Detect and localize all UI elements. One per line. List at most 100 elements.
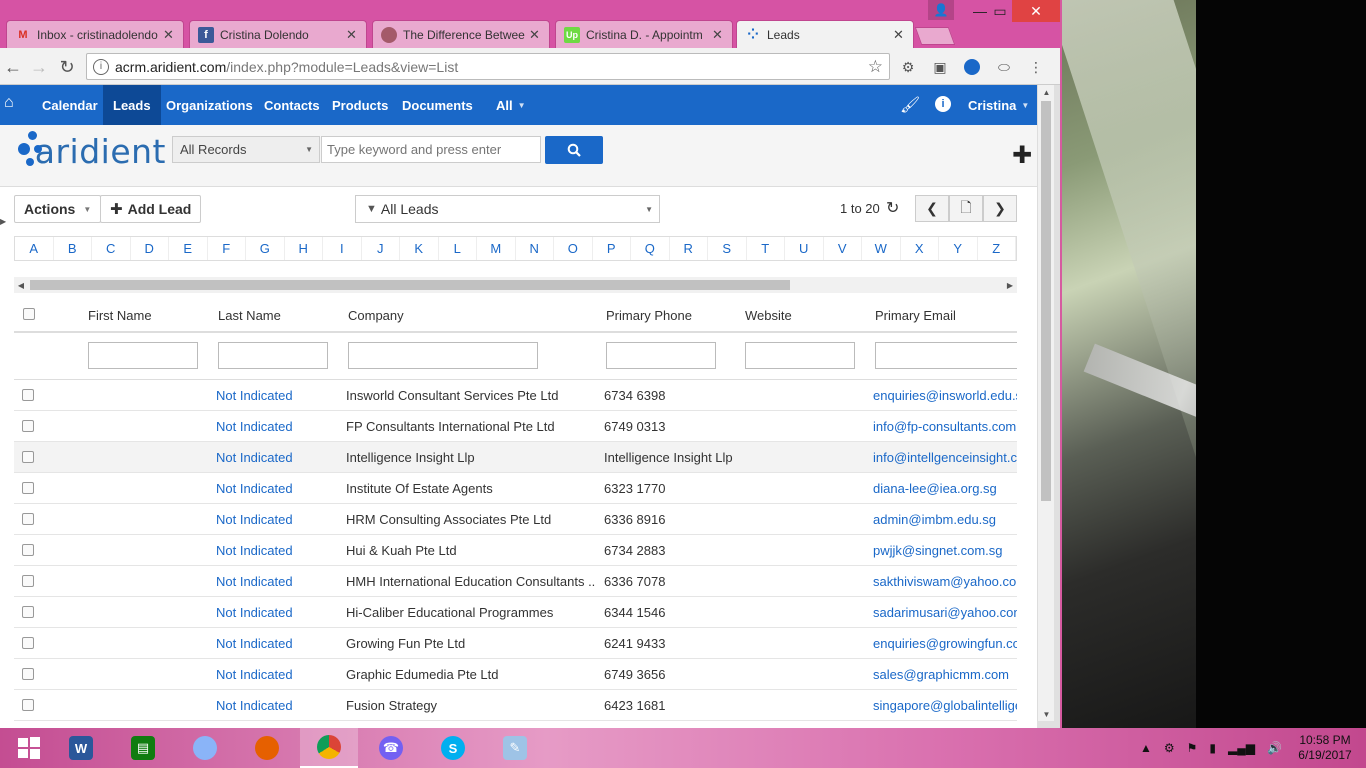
alphabet-letter[interactable]: G — [246, 237, 285, 260]
taskbar-browser[interactable] — [176, 728, 234, 768]
alphabet-letter[interactable]: P — [593, 237, 631, 260]
row-checkbox[interactable] — [22, 389, 34, 401]
cell-email[interactable]: singapore@globalintellige — [873, 698, 1017, 713]
alphabet-letter[interactable]: M — [477, 237, 516, 260]
new-tab-button[interactable] — [914, 27, 956, 45]
cell-email[interactable]: diana-lee@iea.org.sg — [873, 481, 1017, 496]
nav-products[interactable]: Products — [322, 85, 398, 125]
cell-last[interactable]: Not Indicated — [216, 388, 336, 403]
record-scope-select[interactable]: All Records ▼ — [172, 136, 320, 163]
cell-last[interactable]: Not Indicated — [216, 419, 336, 434]
cell-last[interactable]: Not Indicated — [216, 543, 336, 558]
table-row[interactable]: Not Indicated HRM Consulting Associates P… — [14, 504, 1017, 535]
scroll-thumb[interactable] — [1041, 101, 1051, 501]
sidebar-toggle-icon[interactable]: ▶ — [0, 217, 6, 226]
alphabet-letter[interactable]: Q — [631, 237, 670, 260]
alphabet-letter[interactable]: A — [15, 237, 54, 260]
first-name-filter-input[interactable] — [88, 342, 198, 369]
next-page-button[interactable]: ❯ — [983, 195, 1017, 222]
table-row[interactable]: Not Indicated Intelligence Insight Llp Int… — [14, 442, 1017, 473]
alphabet-letter[interactable]: S — [708, 237, 747, 260]
extension-icon[interactable]: ⚙ — [898, 57, 918, 77]
info-icon[interactable]: i — [935, 96, 951, 112]
briefcase-icon[interactable]: ▣ — [930, 57, 950, 77]
alphabet-letter[interactable]: T — [747, 237, 785, 260]
user-menu[interactable]: Cristina ▼ — [968, 85, 1029, 125]
menu-icon[interactable]: ⋮ — [1026, 57, 1046, 77]
cell-email[interactable]: sakthiviswam@yahoo.com — [873, 574, 1017, 589]
alphabet-letter[interactable]: U — [785, 237, 824, 260]
reload-icon[interactable]: ↻ — [56, 56, 78, 78]
column-header[interactable]: Primary Email — [875, 308, 956, 323]
row-checkbox[interactable] — [22, 420, 34, 432]
alphabet-letter[interactable]: I — [323, 237, 362, 260]
row-checkbox[interactable] — [22, 482, 34, 494]
close-icon[interactable]: ✕ — [893, 27, 905, 43]
chevron-up-icon[interactable]: ▲ — [1140, 741, 1152, 755]
cell-email[interactable]: pwjjk@singnet.com.sg — [873, 543, 1017, 558]
scroll-up-icon[interactable]: ▲ — [1038, 85, 1055, 99]
alphabet-letter[interactable]: Z — [978, 237, 1016, 260]
nav-leads[interactable]: Leads — [103, 85, 161, 125]
info-icon[interactable]: i — [93, 58, 109, 75]
cell-email[interactable]: info@fp-consultants.com — [873, 419, 1017, 434]
scroll-right-icon[interactable]: ▶ — [1003, 277, 1017, 293]
add-lead-button[interactable]: ✚ Add Lead — [100, 195, 202, 223]
column-header[interactable]: Primary Phone — [606, 308, 692, 323]
list-filter-select[interactable]: ▼ All Leads ▼ — [355, 195, 660, 223]
clock[interactable]: 10:58 PM 6/19/2017 — [1290, 733, 1360, 763]
alphabet-letter[interactable]: B — [54, 237, 92, 260]
scroll-thumb[interactable] — [30, 280, 790, 290]
cell-email[interactable]: info@intellgenceinsight.co — [873, 450, 1017, 465]
cell-last[interactable]: Not Indicated — [216, 636, 336, 651]
start-button[interactable] — [0, 728, 58, 768]
table-row[interactable]: Not Indicated Institute Of Estate Agents 6… — [14, 473, 1017, 504]
search-button[interactable] — [545, 136, 603, 164]
forward-icon[interactable]: → — [28, 56, 50, 78]
cell-email[interactable]: sales@graphicmm.com — [873, 667, 1017, 682]
tab-gmail[interactable]: M Inbox - cristinadolendo ✕ — [6, 20, 184, 48]
taskbar-chrome[interactable] — [300, 728, 358, 768]
cell-email[interactable]: sadarimusari@yahoo.com — [873, 605, 1017, 620]
table-row[interactable]: Not Indicated HMH International Education… — [14, 566, 1017, 597]
nav-organizations[interactable]: Organizations — [156, 85, 263, 125]
cell-last[interactable]: Not Indicated — [216, 574, 336, 589]
page-jump-button[interactable]: 🗋 — [949, 195, 983, 222]
taskbar-firefox[interactable] — [238, 728, 296, 768]
row-checkbox[interactable] — [22, 451, 34, 463]
alphabet-letter[interactable]: H — [285, 237, 323, 260]
table-row[interactable]: Not Indicated Graphic Edumedia Pte Ltd 674… — [14, 659, 1017, 690]
taskbar-viber[interactable]: ☎ — [362, 728, 420, 768]
column-header[interactable]: Last Name — [218, 308, 281, 323]
table-row[interactable]: Not Indicated Hi-Caliber Educational Prog… — [14, 597, 1017, 628]
tab-article[interactable]: The Difference Betwee ✕ — [372, 20, 550, 48]
flag-icon[interactable]: ⚑ — [1187, 741, 1198, 755]
profile-icon[interactable]: 👤 — [928, 0, 954, 20]
search-extension-icon[interactable] — [962, 57, 982, 77]
alphabet-letter[interactable]: V — [824, 237, 862, 260]
close-icon[interactable]: ✕ — [529, 27, 541, 43]
alphabet-letter[interactable]: W — [862, 237, 901, 260]
column-header[interactable]: Company — [348, 308, 404, 323]
battery-icon[interactable]: ▮ — [1209, 741, 1216, 755]
cell-last[interactable]: Not Indicated — [216, 512, 336, 527]
alphabet-letter[interactable]: E — [169, 237, 208, 260]
network-share-icon[interactable]: ⚙ — [1164, 741, 1175, 755]
table-row[interactable]: Not Indicated Growing Fun Pte Ltd 6241 943… — [14, 628, 1017, 659]
close-icon[interactable]: ✕ — [163, 27, 175, 43]
cell-last[interactable]: Not Indicated — [216, 605, 336, 620]
horizontal-scrollbar[interactable]: ◀ ▶ — [14, 277, 1017, 293]
alphabet-letter[interactable]: Y — [939, 237, 978, 260]
cell-email[interactable]: enquiries@growingfun.co — [873, 636, 1017, 651]
row-checkbox[interactable] — [22, 513, 34, 525]
table-row[interactable]: Not Indicated Fusion Strategy 6423 1681 sin… — [14, 690, 1017, 721]
scroll-left-icon[interactable]: ◀ — [14, 277, 28, 293]
row-checkbox[interactable] — [22, 575, 34, 587]
close-icon[interactable]: ✕ — [712, 27, 724, 43]
actions-dropdown[interactable]: Actions ▼ — [14, 195, 102, 223]
cell-last[interactable]: Not Indicated — [216, 667, 336, 682]
cast-icon[interactable]: ⬭ — [994, 57, 1014, 77]
phone-filter-input[interactable] — [606, 342, 716, 369]
cell-email[interactable]: enquiries@insworld.edu.s — [873, 388, 1017, 403]
row-checkbox[interactable] — [22, 544, 34, 556]
